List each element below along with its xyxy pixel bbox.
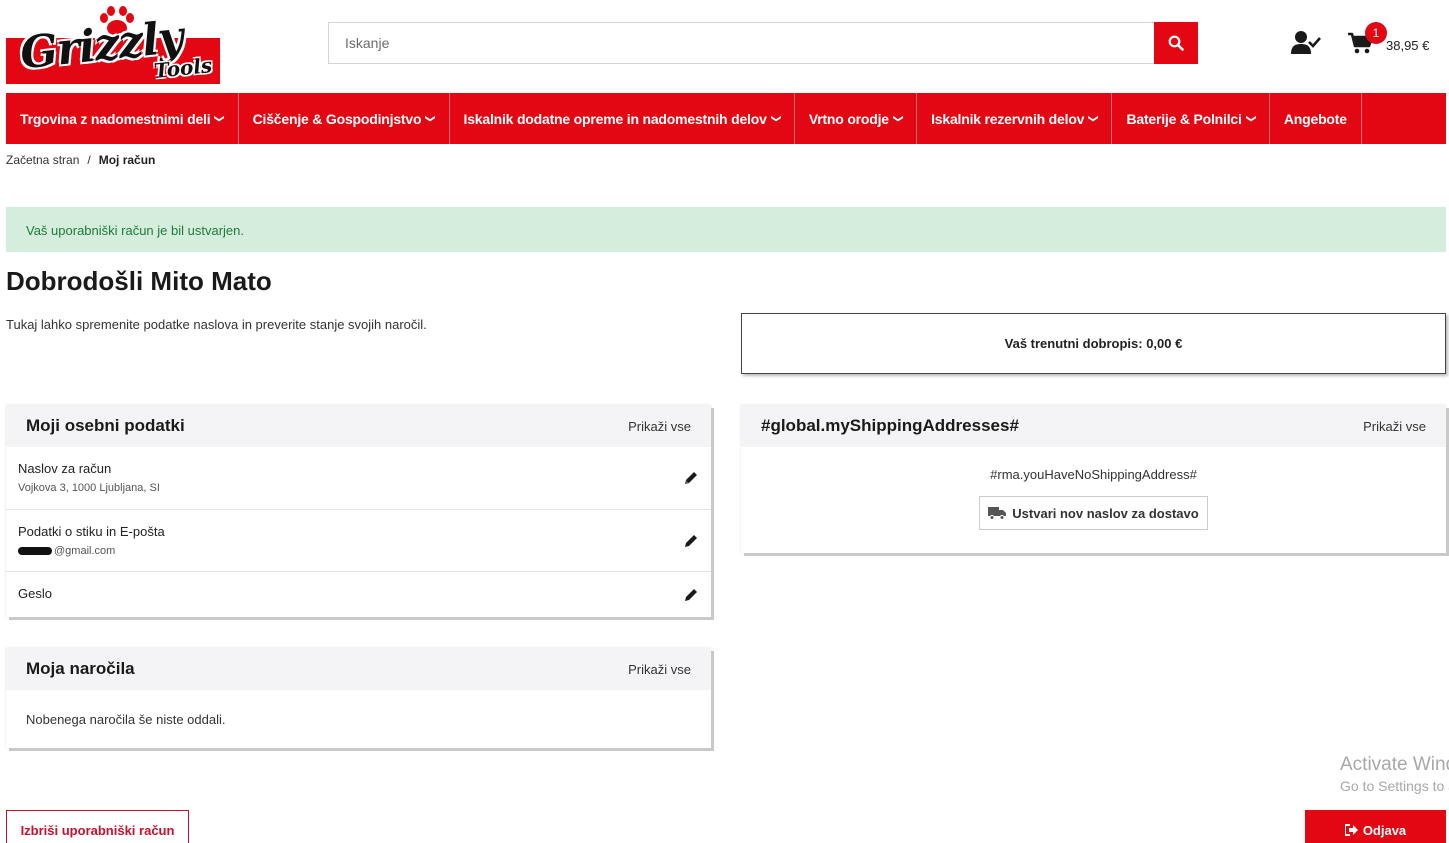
row-label: Geslo xyxy=(18,586,52,601)
button-label: Odjava xyxy=(1362,822,1407,838)
nav-item-offers[interactable]: Angebote xyxy=(1270,93,1362,144)
search-bar xyxy=(328,22,1198,64)
card-title: #global.myShippingAddresses# xyxy=(761,416,1019,435)
breadcrumb-current: Moj račun xyxy=(98,153,156,167)
nav-item-spare-parts[interactable]: Trgovina z nadomestnimi deli ❯ xyxy=(6,93,239,144)
shipping-addresses-card: #global.myShippingAddresses# Prikaži vse… xyxy=(741,405,1446,553)
nav-item-label: Trgovina z nadomestnimi deli xyxy=(20,110,211,127)
billing-address-row: Naslov za račun Vojkova 3, 1000 Ljubljan… xyxy=(6,447,711,510)
search-button[interactable] xyxy=(1154,22,1198,64)
cart-button[interactable]: 1 38,95 € xyxy=(1348,22,1444,62)
nav-item-cleaning[interactable]: Ciščenje & Gospodinjstvo ❯ xyxy=(239,93,450,144)
nav-item-accessory-finder[interactable]: Iskalnik dodatne opreme in nadomestnih d… xyxy=(450,93,795,144)
pencil-icon[interactable] xyxy=(683,533,699,549)
search-input[interactable] xyxy=(328,22,1154,64)
activation-watermark: Activate Windows Go to Settings to activ… xyxy=(1340,754,1449,794)
card-header: #global.myShippingAddresses# Prikaži vse xyxy=(741,405,1446,447)
nav-item-batteries[interactable]: Baterije & Polnilci ❯ xyxy=(1112,93,1270,144)
account-button[interactable] xyxy=(1291,30,1321,56)
search-icon xyxy=(1168,35,1184,51)
nav-item-label: Vrtno orodje xyxy=(808,110,889,127)
watermark-line-2: Go to Settings to activate Windows. xyxy=(1340,778,1449,794)
cart-count-badge: 1 xyxy=(1365,22,1387,44)
page: Grizzly Tools 1 38,95 € Trgo xyxy=(0,0,1449,843)
watermark-line-1: Activate Windows xyxy=(1340,754,1449,775)
breadcrumb-home[interactable]: Začetna stran xyxy=(6,153,79,167)
chevron-down-icon: ❯ xyxy=(424,114,436,123)
credit-balance: Vaš trenutni dobropis: 0,00 € xyxy=(741,313,1446,374)
billing-address-value: Vojkova 3, 1000 Ljubljana, SI xyxy=(18,482,160,494)
sign-out-icon xyxy=(1344,824,1358,836)
create-shipping-address-button[interactable]: Ustvari nov naslov za dostavo xyxy=(979,496,1208,530)
row-label: Podatki o stiku in E-pošta xyxy=(18,524,165,539)
page-subtitle: Tukaj lahko spremenite podatke naslova i… xyxy=(6,317,427,332)
chevron-down-icon: ❯ xyxy=(770,114,782,123)
password-row: Geslo xyxy=(6,572,711,617)
success-alert: Vaš uporabniški račun je bil ustvarjen. xyxy=(6,207,1446,252)
email-value: @gmail.com xyxy=(18,545,699,557)
show-all-link[interactable]: Prikaži vse xyxy=(628,419,691,434)
personal-data-card: Moji osebni podatki Prikaži vse Naslov z… xyxy=(6,405,711,617)
page-title: Dobrodošli Mito Mato xyxy=(6,266,272,296)
logo[interactable]: Grizzly Tools xyxy=(6,4,220,84)
pencil-icon[interactable] xyxy=(683,587,699,603)
chevron-down-icon: ❯ xyxy=(1245,114,1257,123)
user-check-icon xyxy=(1291,31,1321,54)
nav-item-label: Iskalnik dodatne opreme in nadomestnih d… xyxy=(463,110,767,127)
nav-item-label: Ciščenje & Gospodinjstvo xyxy=(252,110,422,127)
shipping-body: #rma.youHaveNoShippingAddress# Ustvari n… xyxy=(741,447,1446,530)
row-label: Naslov za račun xyxy=(18,461,112,476)
nav-item-label: Baterije & Polnilci xyxy=(1126,110,1242,127)
button-label: Ustvari nov naslov za dostavo xyxy=(1012,505,1199,521)
breadcrumb-separator: / xyxy=(87,153,91,167)
pencil-icon[interactable] xyxy=(683,470,699,486)
show-all-link[interactable]: Prikaži vse xyxy=(1363,419,1426,434)
chevron-down-icon: ❯ xyxy=(214,114,226,123)
nav-item-label: Iskalnik rezervnih delov xyxy=(931,110,1085,127)
chevron-down-icon: ❯ xyxy=(1087,114,1099,123)
delete-account-button[interactable]: Izbriši uporabniški račun xyxy=(6,810,189,843)
show-all-link[interactable]: Prikaži vse xyxy=(628,662,691,677)
nav-item-label: Angebote xyxy=(1283,110,1347,127)
nav-item-parts-finder[interactable]: Iskalnik rezervnih delov ❯ xyxy=(917,93,1113,144)
nav-item-garden-tools[interactable]: Vrtno orodje ❯ xyxy=(795,93,918,144)
breadcrumb: Začetna stran / Moj račun xyxy=(6,153,155,167)
no-shipping-message: #rma.youHaveNoShippingAddress# xyxy=(990,467,1197,482)
main-nav: Trgovina z nadomestnimi deli ❯ Ciščenje &… xyxy=(6,93,1446,144)
card-title: Moja naročila xyxy=(26,659,135,678)
orders-card: Moja naročila Prikaži vse Nobenega naroč… xyxy=(6,648,711,748)
logout-button[interactable]: Odjava xyxy=(1305,810,1446,843)
truck-icon xyxy=(988,507,1007,520)
orders-empty-message: Nobenega naročila še niste oddali. xyxy=(26,712,226,727)
contact-email-row: Podatki o stiku in E-pošta @gmail.com xyxy=(6,510,711,572)
chevron-down-icon: ❯ xyxy=(892,114,904,123)
redacted-mark xyxy=(18,547,52,555)
card-header: Moji osebni podatki Prikaži vse xyxy=(6,405,711,447)
cart-total: 38,95 € xyxy=(1386,38,1430,53)
card-title: Moji osebni podatki xyxy=(26,416,185,435)
email-domain: @gmail.com xyxy=(54,545,116,557)
card-header: Moja naročila Prikaži vse xyxy=(6,648,711,690)
